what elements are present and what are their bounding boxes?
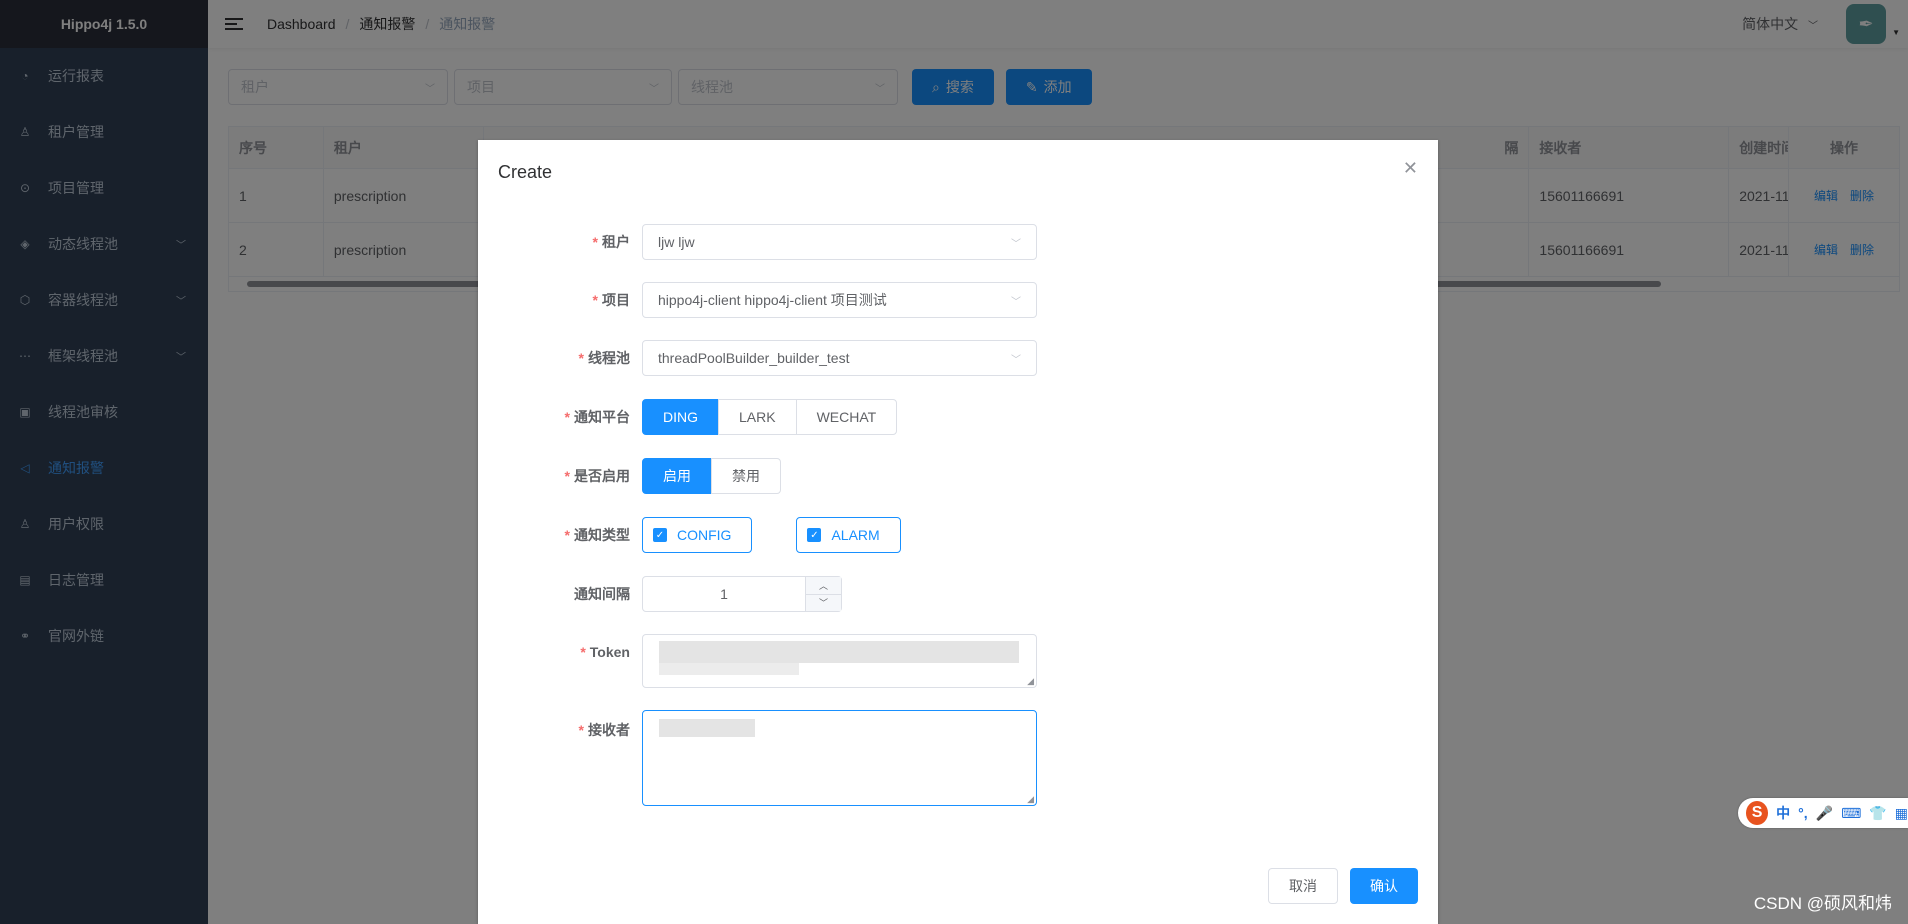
- type-checkbox-config[interactable]: ✓ CONFIG: [642, 517, 753, 553]
- token-label: * Token: [580, 644, 630, 660]
- token-textarea[interactable]: ◢: [642, 634, 1037, 688]
- form-row-receiver: * 接收者 ◢: [478, 710, 1037, 806]
- required-mark: *: [592, 234, 598, 250]
- interval-stepper[interactable]: 1 ︿ ﹀: [642, 576, 842, 612]
- form-row-project: * 项目 hippo4j-client hippo4j-client 项目测试 ﹀: [478, 282, 1037, 318]
- platform-option-wechat[interactable]: WECHAT: [795, 399, 898, 435]
- keyboard-icon[interactable]: ⌨: [1841, 805, 1861, 822]
- tenant-select-value: ljw ljw: [658, 234, 695, 250]
- type-label: * 通知类型: [564, 527, 630, 543]
- form-row-platform: * 通知平台 DING LARK WECHAT: [478, 399, 898, 435]
- form-row-pool: * 线程池 threadPoolBuilder_builder_test ﹀: [478, 340, 1037, 376]
- chevron-down-icon: ﹀: [1011, 296, 1021, 308]
- form-row-interval: 通知间隔 1 ︿ ﹀: [478, 576, 842, 612]
- resize-handle-icon[interactable]: ◢: [1027, 794, 1034, 805]
- platform-option-ding[interactable]: DING: [642, 399, 719, 435]
- close-icon[interactable]: ✕: [1403, 158, 1418, 179]
- stepper-controls: ︿ ﹀: [805, 577, 841, 611]
- tenant-select[interactable]: ljw ljw ﹀: [642, 224, 1037, 260]
- checkbox-checked-icon: ✓: [653, 528, 667, 542]
- platform-label: * 通知平台: [564, 409, 630, 425]
- confirm-button[interactable]: 确认: [1350, 868, 1418, 904]
- form-row-token: * Token ◢: [478, 634, 1037, 688]
- form-row-enabled: * 是否启用 启用 禁用: [478, 458, 781, 494]
- decrease-icon[interactable]: ﹀: [806, 594, 841, 611]
- increase-icon[interactable]: ︿: [806, 577, 841, 595]
- project-select-value: hippo4j-client hippo4j-client 项目测试: [658, 292, 887, 308]
- required-mark: *: [592, 292, 598, 308]
- microphone-icon[interactable]: 🎤: [1816, 805, 1833, 822]
- ime-punctuation-icon[interactable]: °,: [1798, 805, 1808, 821]
- type-checkbox-alarm[interactable]: ✓ ALARM: [796, 517, 901, 553]
- required-mark: *: [580, 644, 586, 660]
- platform-option-lark[interactable]: LARK: [718, 399, 797, 435]
- redacted-token: [659, 663, 799, 675]
- dialog-title: Create: [498, 162, 553, 182]
- type-alarm-label: ALARM: [831, 527, 880, 543]
- checkbox-checked-icon: ✓: [807, 528, 822, 542]
- form-row-tenant: * 租户 ljw ljw ﹀: [478, 224, 1037, 260]
- pool-select-value: threadPoolBuilder_builder_test: [658, 350, 850, 366]
- dialog-footer: 取消 确认: [1268, 868, 1418, 904]
- required-mark: *: [564, 468, 570, 484]
- required-mark: *: [578, 722, 584, 738]
- platform-radio-group: DING LARK WECHAT: [642, 399, 898, 435]
- required-mark: *: [578, 350, 584, 366]
- resize-handle-icon[interactable]: ◢: [1027, 676, 1034, 687]
- interval-label: 通知间隔: [574, 586, 630, 602]
- chevron-down-icon: ﹀: [1011, 238, 1021, 250]
- tenant-label: * 租户: [592, 234, 630, 250]
- cancel-button[interactable]: 取消: [1268, 868, 1338, 904]
- ime-chinese-mode[interactable]: 中: [1776, 803, 1790, 823]
- type-config-label: CONFIG: [677, 527, 732, 543]
- create-dialog: Create ✕ * 租户 ljw ljw ﹀ * 项目 hippo4j-client…: [478, 140, 1438, 924]
- project-select[interactable]: hippo4j-client hippo4j-client 项目测试 ﹀: [642, 282, 1037, 318]
- enabled-label: * 是否启用: [564, 468, 630, 484]
- interval-value[interactable]: 1: [643, 577, 805, 611]
- project-label: * 项目: [592, 292, 630, 308]
- enabled-option-off[interactable]: 禁用: [711, 458, 781, 494]
- form-row-type: * 通知类型 ✓ CONFIG ✓ ALARM: [478, 517, 945, 553]
- sogou-logo-icon[interactable]: S: [1746, 801, 1769, 825]
- required-mark: *: [564, 527, 570, 543]
- chevron-down-icon: ﹀: [1011, 354, 1021, 366]
- redacted-receiver: [659, 719, 755, 737]
- redacted-token: [659, 641, 1019, 663]
- receiver-label: * 接收者: [578, 722, 630, 738]
- required-mark: *: [564, 409, 570, 425]
- pool-label: * 线程池: [578, 350, 630, 366]
- toolbox-icon[interactable]: ▦: [1895, 805, 1908, 822]
- receiver-textarea[interactable]: ◢: [642, 710, 1037, 806]
- skin-icon[interactable]: 👕: [1869, 805, 1886, 822]
- enabled-option-on[interactable]: 启用: [642, 458, 712, 494]
- ime-toolbar[interactable]: S 中 °, 🎤 ⌨ 👕 ▦: [1738, 798, 1908, 828]
- enabled-radio-group: 启用 禁用: [642, 458, 781, 494]
- pool-select[interactable]: threadPoolBuilder_builder_test ﹀: [642, 340, 1037, 376]
- watermark: CSDN @硕风和炜: [1753, 894, 1892, 913]
